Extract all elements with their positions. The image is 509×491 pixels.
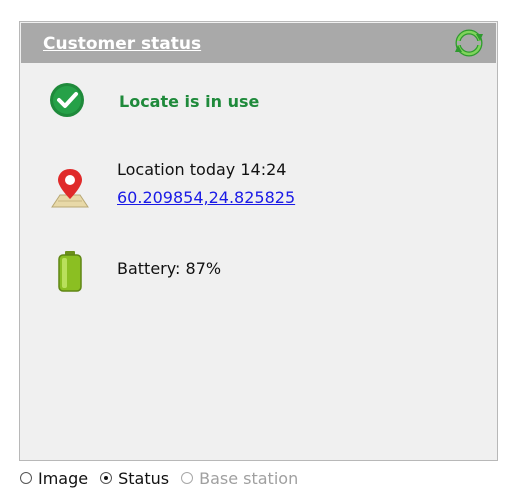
radio-circle [181, 472, 194, 484]
check-circle-icon [50, 83, 84, 117]
radio-label: Status [118, 468, 170, 488]
radio-circle[interactable] [100, 472, 113, 484]
radio-status[interactable]: Status [100, 469, 169, 488]
panel-title[interactable]: Customer status [43, 34, 201, 54]
customer-status-panel: Customer status Locate is in use Locatio… [19, 21, 498, 461]
radio-label: Base station [199, 468, 299, 488]
radio-circle[interactable] [20, 472, 32, 484]
map-pin-icon [51, 169, 89, 208]
radio-image[interactable]: Image [20, 469, 88, 488]
radio-base-station: Base station [181, 469, 298, 488]
refresh-icon[interactable] [454, 28, 484, 58]
status-text: Locate is in use [119, 92, 260, 111]
panel-header: Customer status [21, 23, 496, 63]
view-options: Image Status Base station [20, 466, 310, 490]
location-coordinates-link[interactable]: 60.209854,24.825825 [117, 188, 295, 207]
location-label: Location today 14:24 [117, 160, 287, 179]
battery-icon [58, 251, 82, 292]
battery-text: Battery: 87% [117, 259, 222, 278]
radio-label: Image [38, 468, 89, 488]
